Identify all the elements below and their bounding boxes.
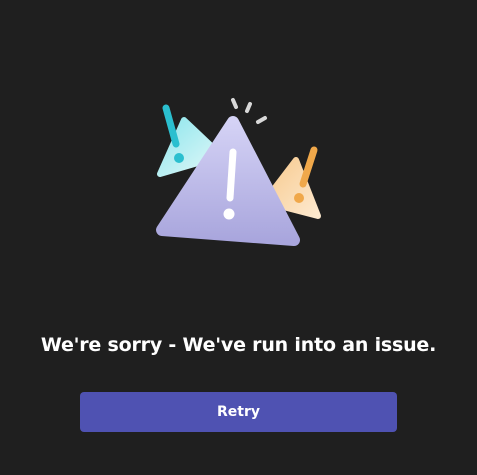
error-screen: We're sorry - We've run into an issue. R… — [0, 0, 477, 475]
retry-button[interactable]: Retry — [80, 392, 397, 432]
error-message: We're sorry - We've run into an issue. — [40, 334, 437, 356]
warning-illustration — [156, 98, 321, 246]
